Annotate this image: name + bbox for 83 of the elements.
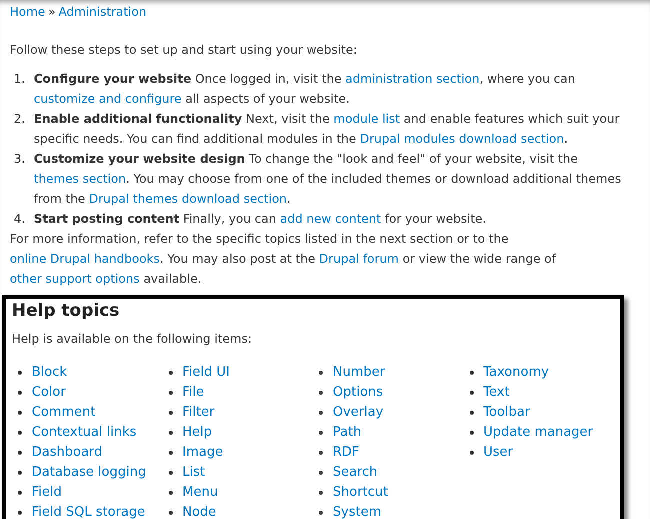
bullet-icon xyxy=(168,491,172,495)
bullet-icon xyxy=(18,411,22,415)
bullet-icon xyxy=(168,471,172,475)
bullet-icon xyxy=(168,431,172,435)
intro-text: Follow these steps to set up and start using your website: xyxy=(9,42,358,59)
bullet-icon xyxy=(470,451,474,455)
topic-link[interactable]: Number xyxy=(333,363,386,383)
step-text: Configure your website Once logged in, visit the administration section, where you can customize and configure all aspects of your website. xyxy=(34,71,576,108)
topic-link[interactable]: Database logging xyxy=(32,463,146,483)
bullet-icon xyxy=(319,511,323,515)
bullet-icon xyxy=(319,391,323,395)
topic-link[interactable]: Dashboard xyxy=(32,443,103,463)
bullet-icon xyxy=(18,391,22,395)
bullet-icon xyxy=(319,451,323,455)
topic-link[interactable]: Color xyxy=(32,383,66,403)
topic-link[interactable]: Filter xyxy=(182,403,215,423)
topic-link[interactable]: Block xyxy=(32,363,68,383)
topic-link[interactable]: Field xyxy=(32,483,62,503)
topic-link[interactable]: Node xyxy=(182,503,216,519)
bullet-icon xyxy=(168,371,172,375)
topic-link[interactable]: Path xyxy=(333,423,362,443)
inline-link[interactable]: module list xyxy=(334,112,400,126)
bullet-icon xyxy=(168,391,172,395)
bullet-icon xyxy=(168,451,172,455)
inline-link[interactable]: administration section xyxy=(346,72,480,86)
topic-link[interactable]: Menu xyxy=(182,483,218,503)
inline-link[interactable]: Drupal modules download section xyxy=(360,132,564,146)
bullet-icon xyxy=(470,391,474,395)
topic-link[interactable]: Taxonomy xyxy=(484,363,550,383)
topic-link[interactable]: Field UI xyxy=(182,363,230,383)
inline-link[interactable]: Drupal themes download section xyxy=(89,192,288,206)
bullet-icon xyxy=(319,411,323,415)
topic-link[interactable]: Contextual links xyxy=(32,423,137,443)
more-info-text: For more information, refer to the specific topics listed in the next section or to the online Drupal handbooks. You may also post at the Drupal forum or view the wide range of other support options available. xyxy=(9,231,558,288)
topic-link[interactable]: Search xyxy=(333,463,378,483)
bullet-icon xyxy=(18,511,22,515)
bullet-icon xyxy=(18,431,22,435)
bullet-icon xyxy=(319,371,323,375)
step-text: Customize your website design To change the "look and feel" of your website, visit the themes section. You may choose from one of the included themes or download additional themes from the Drupal themes download section. xyxy=(34,151,622,208)
step-text: Start posting content Finally, you can add new content for your website. xyxy=(34,211,488,228)
bullet-icon xyxy=(319,471,323,475)
topic-link[interactable]: Shortcut xyxy=(333,483,388,503)
bullet-icon xyxy=(319,431,323,435)
inline-link[interactable]: online Drupal handbooks xyxy=(10,252,160,266)
bullet-icon xyxy=(18,471,22,475)
bullet-icon xyxy=(319,491,323,495)
bullet-icon xyxy=(18,491,22,495)
topic-link[interactable]: Text xyxy=(484,383,510,403)
topic-link[interactable]: File xyxy=(182,383,204,403)
bullet-icon xyxy=(168,411,172,415)
breadcrumb-separator: » xyxy=(48,4,56,21)
description-text: Help is available on the following items: xyxy=(12,331,253,348)
breadcrumb-link[interactable]: Home xyxy=(10,2,46,22)
section-heading: Help topics xyxy=(12,300,121,323)
bullet-icon xyxy=(470,371,474,375)
bullet-icon xyxy=(470,411,474,415)
topic-link[interactable]: User xyxy=(484,443,514,463)
inline-link[interactable]: add new content xyxy=(280,212,382,226)
step-number: 1. xyxy=(14,71,26,88)
topic-link[interactable]: List xyxy=(182,463,206,483)
inline-link[interactable]: customize and configure xyxy=(34,92,182,106)
step-text: Enable additional functionality Next, visit the module list and enable features which suit your specific needs. You can find additional modules in the Drupal modules download section. xyxy=(34,111,621,148)
bullet-icon xyxy=(18,451,22,455)
topic-link[interactable]: Toolbar xyxy=(484,403,530,423)
topic-link[interactable]: Options xyxy=(333,383,384,403)
breadcrumb-link[interactable]: Administration xyxy=(58,2,147,22)
topic-link[interactable]: Overlay xyxy=(333,403,384,423)
bullet-icon xyxy=(168,511,172,515)
topic-link[interactable]: RDF xyxy=(333,443,360,463)
topic-link[interactable]: Help xyxy=(182,423,212,443)
inline-link[interactable]: themes section xyxy=(34,172,126,186)
bullet-icon xyxy=(470,431,474,435)
step-number: 4. xyxy=(14,211,26,228)
topic-link[interactable]: Field SQL storage xyxy=(32,503,146,519)
topic-link[interactable]: Image xyxy=(182,443,224,463)
topic-link[interactable]: Update manager xyxy=(484,423,594,443)
inline-link[interactable]: Drupal forum xyxy=(319,252,399,266)
topic-link[interactable]: Comment xyxy=(32,403,96,423)
step-number: 2. xyxy=(14,111,26,128)
bullet-icon xyxy=(18,371,22,375)
topic-link[interactable]: System xyxy=(333,503,382,519)
step-number: 3. xyxy=(14,151,26,168)
inline-link[interactable]: other support options xyxy=(10,272,140,286)
